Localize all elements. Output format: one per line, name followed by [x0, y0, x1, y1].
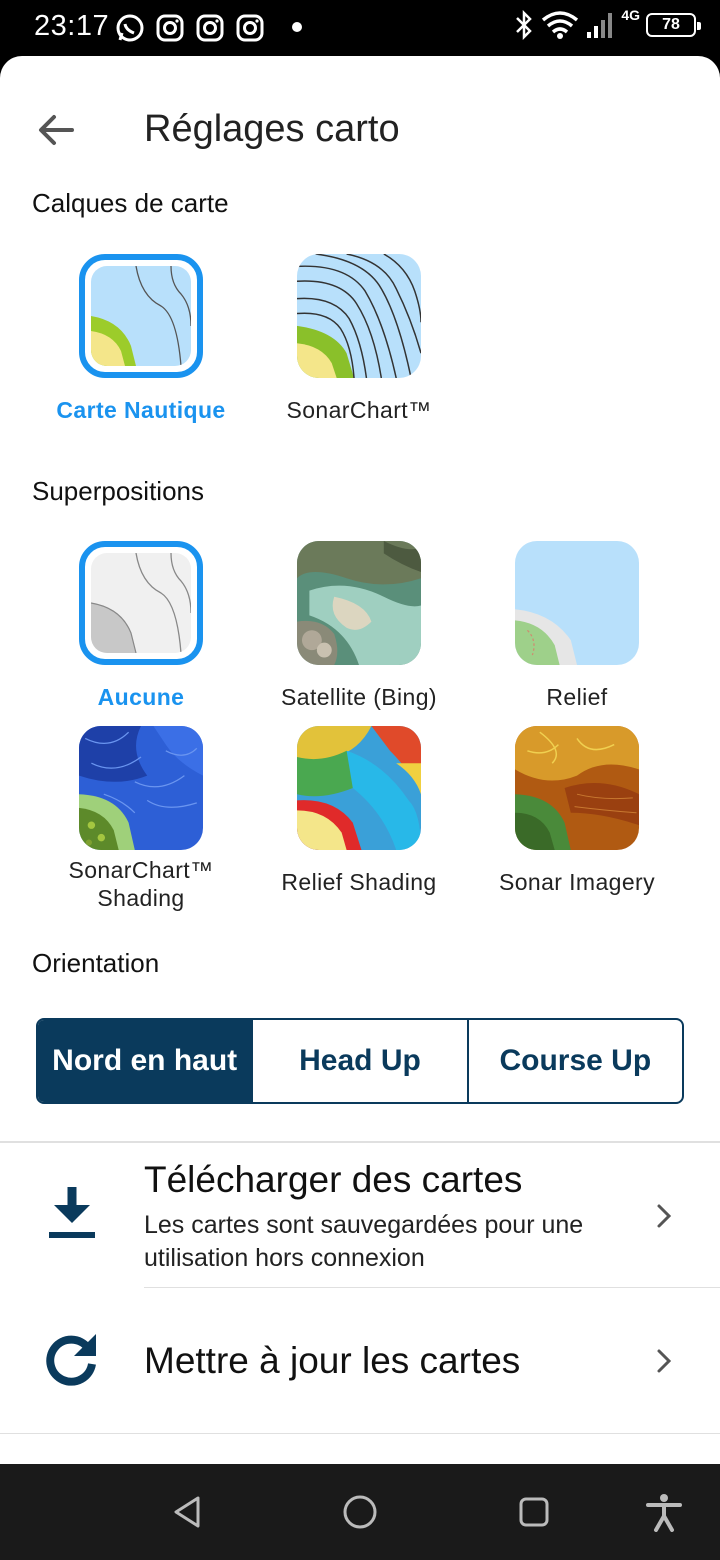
- orientation-north-up[interactable]: Nord en haut: [38, 1020, 252, 1102]
- overlay-sonar-imagery[interactable]: Sonar Imagery: [477, 726, 677, 896]
- relief-shading-thumbnail: [297, 726, 421, 850]
- overlay-label: Aucune: [97, 684, 185, 710]
- satellite-thumbnail: [297, 541, 421, 665]
- overlay-none[interactable]: Aucune: [41, 541, 241, 711]
- overlay-sonarchart-shading[interactable]: SonarChart™ Shading: [41, 726, 241, 912]
- none-thumbnail: [79, 541, 203, 665]
- overlay-label: Relief Shading: [281, 869, 437, 895]
- accessibility-icon[interactable]: [644, 1492, 684, 1532]
- instagram-icon: [156, 14, 184, 42]
- sonarchart-icon: [297, 254, 421, 378]
- download-maps-title: Télécharger des cartes: [144, 1159, 523, 1200]
- sonarchart-thumbnail: [297, 254, 421, 378]
- overlay-label: Relief: [546, 684, 608, 710]
- no-overlay-icon: [91, 553, 191, 653]
- chevron-right-icon: [657, 1349, 672, 1373]
- orientation-segmented-control: Nord en haut Head Up Course Up: [36, 1018, 684, 1104]
- nautical-chart-icon: [91, 266, 191, 366]
- bluetooth-icon: [516, 10, 533, 40]
- orientation-course-up[interactable]: Course Up: [466, 1020, 682, 1102]
- sonar-imagery-thumbnail: [515, 726, 639, 850]
- layer-nautical-chart[interactable]: Carte Nautique: [41, 254, 241, 424]
- sonarchart-shading-icon: [79, 726, 203, 850]
- overlay-relief-shading[interactable]: Relief Shading: [259, 726, 459, 896]
- layers-section-label: Calques de carte: [32, 188, 229, 218]
- signal-icon: [587, 13, 613, 38]
- overlays-section-label: Superpositions: [32, 476, 204, 506]
- arrow-left-icon[interactable]: [34, 108, 78, 152]
- download-icon: [49, 1187, 95, 1238]
- overlay-satellite[interactable]: Satellite (Bing): [259, 541, 459, 711]
- system-navigation-bar: [0, 1464, 720, 1560]
- orientation-section-label: Orientation: [32, 948, 160, 978]
- more-notifications-dot: [292, 22, 302, 32]
- notification-icons: [114, 12, 266, 44]
- orientation-head-up[interactable]: Head Up: [251, 1020, 466, 1102]
- overlay-label: Sonar Imagery: [498, 869, 656, 895]
- map-settings-sheet: Réglages carto Calques de carte Carte Na…: [0, 56, 720, 1464]
- update-maps-title: Mettre à jour les cartes: [144, 1340, 521, 1381]
- status-time: 23:17: [34, 10, 110, 42]
- layer-label: Carte Nautique: [56, 397, 226, 423]
- battery-level: 78: [662, 16, 680, 33]
- sonarchart-shading-thumbnail: [79, 726, 203, 850]
- overlay-label: SonarChart™ Shading: [68, 857, 214, 911]
- back-triangle-icon[interactable]: [168, 1492, 208, 1532]
- refresh-icon: [46, 1334, 96, 1386]
- relief-icon: [515, 541, 639, 665]
- relief-shading-icon: [297, 726, 421, 850]
- sonar-imagery-icon: [515, 726, 639, 850]
- system-icons: 4G 78: [513, 7, 701, 40]
- wifi-icon: [542, 11, 579, 39]
- download-maps-subtitle: Les cartes sont sauvegardées pour une ut…: [144, 1211, 584, 1272]
- divider: [0, 1433, 720, 1434]
- status-bar: 23:17 4G 78: [0, 0, 720, 56]
- relief-thumbnail: [515, 541, 639, 665]
- overlay-relief[interactable]: Relief: [477, 541, 677, 711]
- satellite-icon: [297, 541, 421, 665]
- update-maps-row[interactable]: Mettre à jour les cartes: [0, 1288, 720, 1432]
- download-maps-row[interactable]: Télécharger des cartes Les cartes sont s…: [0, 1143, 720, 1287]
- network-type: 4G: [621, 7, 640, 23]
- layer-sonarchart[interactable]: SonarChart™: [259, 254, 459, 424]
- instagram-icon: [196, 14, 224, 42]
- page-title: Réglages carto: [144, 108, 400, 150]
- instagram-icon: [236, 14, 264, 42]
- battery-icon: 78: [646, 13, 701, 37]
- nautical-chart-thumbnail: [79, 254, 203, 378]
- chevron-right-icon: [657, 1204, 672, 1228]
- layer-label: SonarChart™: [286, 397, 432, 423]
- overlay-label: Satellite (Bing): [281, 684, 437, 710]
- whatsapp-icon: [116, 14, 144, 42]
- home-circle-icon[interactable]: [340, 1492, 380, 1532]
- recents-square-icon[interactable]: [514, 1492, 554, 1532]
